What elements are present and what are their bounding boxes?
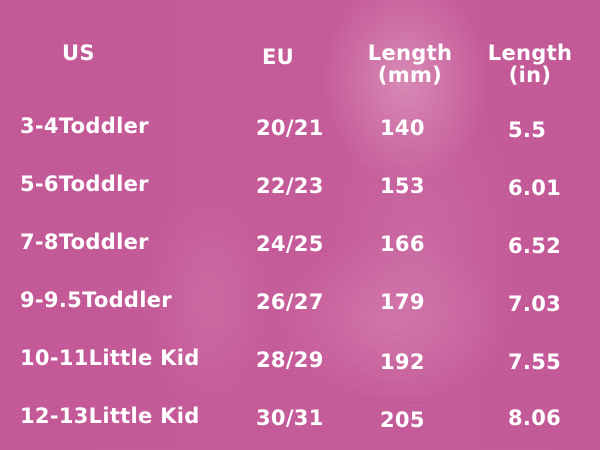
row-length-in: 7.55 xyxy=(508,350,562,374)
row-us-size: 12-13Little Kid xyxy=(20,404,200,428)
header-length-in: Length (in) xyxy=(484,42,576,86)
row-length-in: 6.52 xyxy=(508,234,562,258)
header-length-in-line2: (in) xyxy=(508,63,552,87)
header-eu: EU xyxy=(262,45,294,69)
row-us-size: 3-4Toddler xyxy=(20,114,149,138)
header-length-mm-line1: Length xyxy=(367,41,453,65)
size-chart: US EU Length (mm) Length (in) 3-4Toddler… xyxy=(0,0,600,450)
row-eu-size: 26/27 xyxy=(256,290,324,314)
row-eu-size: 30/31 xyxy=(256,406,324,430)
row-length-mm: 205 xyxy=(380,408,425,432)
header-length-mm-line2: (mm) xyxy=(377,63,443,87)
row-length-mm: 179 xyxy=(380,290,425,314)
row-length-in: 6.01 xyxy=(508,176,562,200)
header-length-mm: Length (mm) xyxy=(364,42,456,86)
row-us-size: 10-11Little Kid xyxy=(20,346,200,370)
header-us: US xyxy=(62,41,95,65)
row-eu-size: 24/25 xyxy=(256,232,324,256)
header-length-in-line1: Length xyxy=(487,41,573,65)
row-length-mm: 140 xyxy=(380,116,425,140)
row-us-size: 9-9.5Toddler xyxy=(20,288,172,312)
row-us-size: 5-6Toddler xyxy=(20,172,149,196)
row-eu-size: 22/23 xyxy=(256,174,324,198)
row-eu-size: 20/21 xyxy=(256,116,324,140)
row-length-in: 5.5 xyxy=(508,118,547,142)
row-us-size: 7-8Toddler xyxy=(20,230,149,254)
row-eu-size: 28/29 xyxy=(256,348,324,372)
row-length-in: 7.03 xyxy=(508,292,562,316)
row-length-mm: 192 xyxy=(380,350,425,374)
row-length-in: 8.06 xyxy=(508,406,562,430)
row-length-mm: 153 xyxy=(380,174,425,198)
row-length-mm: 166 xyxy=(380,232,425,256)
